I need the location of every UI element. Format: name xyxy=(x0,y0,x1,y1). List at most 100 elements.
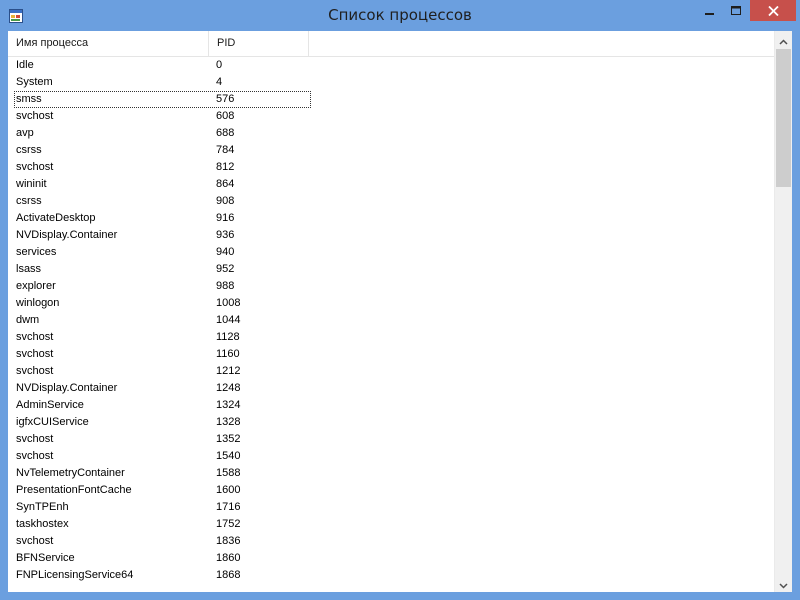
process-pid-cell: 1868 xyxy=(216,569,241,581)
table-row[interactable]: NVDisplay.Container 1248 xyxy=(8,380,774,397)
table-row[interactable]: PresentationFontCache 1600 xyxy=(8,482,774,499)
process-pid-cell: 1352 xyxy=(216,433,241,445)
process-rows: Idle 0 System 4 smss 576 svchost 608 avp 688 csrss… xyxy=(8,57,774,584)
table-row[interactable]: winlogon 1008 xyxy=(8,295,774,312)
process-name-cell: FNPLicensingService64 xyxy=(16,569,134,581)
focus-rectangle xyxy=(14,91,311,108)
process-pid-cell: 1588 xyxy=(216,467,241,479)
process-name-cell: PresentationFontCache xyxy=(16,484,132,496)
process-pid-cell: 1248 xyxy=(216,382,241,394)
table-row[interactable]: System 4 xyxy=(8,74,774,91)
maximize-button[interactable] xyxy=(723,0,749,21)
process-name-cell: NVDisplay.Container xyxy=(16,382,118,394)
table-row[interactable]: csrss 908 xyxy=(8,193,774,210)
minimize-button[interactable] xyxy=(697,0,723,21)
process-pid-cell: 1212 xyxy=(216,365,241,377)
process-pid-cell: 916 xyxy=(216,212,235,224)
process-pid-cell: 608 xyxy=(216,110,235,122)
table-row[interactable]: lsass 952 xyxy=(8,261,774,278)
table-row[interactable]: svchost 1212 xyxy=(8,363,774,380)
process-pid-cell: 908 xyxy=(216,195,235,207)
title-bar[interactable]: Список процессов xyxy=(0,0,800,31)
process-pid-cell: 1044 xyxy=(216,314,241,326)
process-name-cell: winlogon xyxy=(16,297,60,309)
process-name-cell: AdminService xyxy=(16,399,84,411)
maximize-icon xyxy=(730,1,742,20)
table-row[interactable]: taskhostex 1752 xyxy=(8,516,774,533)
window-title: Список процессов xyxy=(328,6,472,24)
table-row[interactable]: igfxCUIService 1328 xyxy=(8,414,774,431)
process-pid-cell: 812 xyxy=(216,161,235,173)
process-listview[interactable]: Имя процесса PID Idle 0 System 4 smss 576 svch… xyxy=(8,31,792,592)
table-row[interactable]: AdminService 1324 xyxy=(8,397,774,414)
table-row[interactable]: ActivateDesktop 916 xyxy=(8,210,774,227)
process-name-cell: NvTelemetryContainer xyxy=(16,467,125,479)
table-row[interactable]: BFNService 1860 xyxy=(8,550,774,567)
process-pid-cell: 1008 xyxy=(216,297,241,309)
process-pid-cell: 1540 xyxy=(216,450,241,462)
table-row[interactable]: SynTPEnh 1716 xyxy=(8,499,774,516)
table-row[interactable]: services 940 xyxy=(8,244,774,261)
table-row[interactable]: FNPLicensingService64 1868 xyxy=(8,567,774,584)
process-pid-cell: 1128 xyxy=(216,331,240,343)
process-pid-cell: 1600 xyxy=(216,484,241,496)
process-name-cell: services xyxy=(16,246,57,258)
process-name-cell: ActivateDesktop xyxy=(16,212,96,224)
table-row[interactable]: svchost 608 xyxy=(8,108,774,125)
close-button[interactable] xyxy=(750,0,796,21)
table-row[interactable]: explorer 988 xyxy=(8,278,774,295)
vertical-scrollbar[interactable] xyxy=(774,31,792,592)
table-row[interactable]: svchost 1352 xyxy=(8,431,774,448)
process-list-window: Список процессов Имя процесса PID Idle 0 S… xyxy=(0,0,800,600)
table-row[interactable]: svchost 1128 xyxy=(8,329,774,346)
process-name-cell: dwm xyxy=(16,314,40,326)
process-pid-cell: 940 xyxy=(216,246,235,258)
process-pid-cell: 1160 xyxy=(216,348,240,360)
process-name-cell: System xyxy=(16,76,53,88)
chevron-down-icon xyxy=(779,574,788,592)
process-name-cell: wininit xyxy=(16,178,47,190)
scroll-up-button[interactable] xyxy=(775,31,792,48)
process-pid-cell: 1324 xyxy=(216,399,241,411)
process-name-cell: avp xyxy=(16,127,34,139)
process-pid-cell: 1328 xyxy=(216,416,241,428)
process-name-cell: explorer xyxy=(16,280,56,292)
table-row[interactable]: wininit 864 xyxy=(8,176,774,193)
process-name-cell: csrss xyxy=(16,195,42,207)
process-name-cell: taskhostex xyxy=(16,518,69,530)
column-header-pid[interactable]: PID xyxy=(209,31,309,56)
process-name-cell: csrss xyxy=(16,144,42,156)
table-row[interactable]: smss 576 xyxy=(8,91,774,108)
process-pid-cell: 988 xyxy=(216,280,235,292)
process-name-cell: NVDisplay.Container xyxy=(16,229,118,241)
table-row[interactable]: NvTelemetryContainer 1588 xyxy=(8,465,774,482)
chevron-up-icon xyxy=(779,31,788,49)
column-header-name[interactable]: Имя процесса xyxy=(8,31,209,56)
process-name-cell: SynTPEnh xyxy=(16,501,69,513)
table-row[interactable]: svchost 1540 xyxy=(8,448,774,465)
process-pid-cell: 784 xyxy=(216,144,235,156)
process-name-cell: smss xyxy=(16,93,42,105)
process-pid-cell: 688 xyxy=(216,127,235,139)
table-row[interactable]: dwm 1044 xyxy=(8,312,774,329)
process-name-cell: lsass xyxy=(16,263,42,275)
process-name-cell: svchost xyxy=(16,365,54,377)
table-row[interactable]: Idle 0 xyxy=(8,57,774,74)
listview-header: Имя процесса PID xyxy=(8,31,774,57)
scroll-thumb[interactable] xyxy=(776,49,791,187)
table-row[interactable]: svchost 1836 xyxy=(8,533,774,550)
process-name-cell: svchost xyxy=(16,161,54,173)
close-icon xyxy=(767,1,779,20)
table-row[interactable]: avp 688 xyxy=(8,125,774,142)
table-row[interactable]: csrss 784 xyxy=(8,142,774,159)
process-name-cell: svchost xyxy=(16,433,54,445)
table-row[interactable]: svchost 812 xyxy=(8,159,774,176)
scroll-down-button[interactable] xyxy=(775,575,792,592)
process-pid-cell: 1836 xyxy=(216,535,241,547)
process-name-cell: svchost xyxy=(16,535,54,547)
process-pid-cell: 1716 xyxy=(216,501,241,513)
table-row[interactable]: svchost 1160 xyxy=(8,346,774,363)
process-pid-cell: 936 xyxy=(216,229,235,241)
process-pid-cell: 1860 xyxy=(216,552,241,564)
table-row[interactable]: NVDisplay.Container 936 xyxy=(8,227,774,244)
